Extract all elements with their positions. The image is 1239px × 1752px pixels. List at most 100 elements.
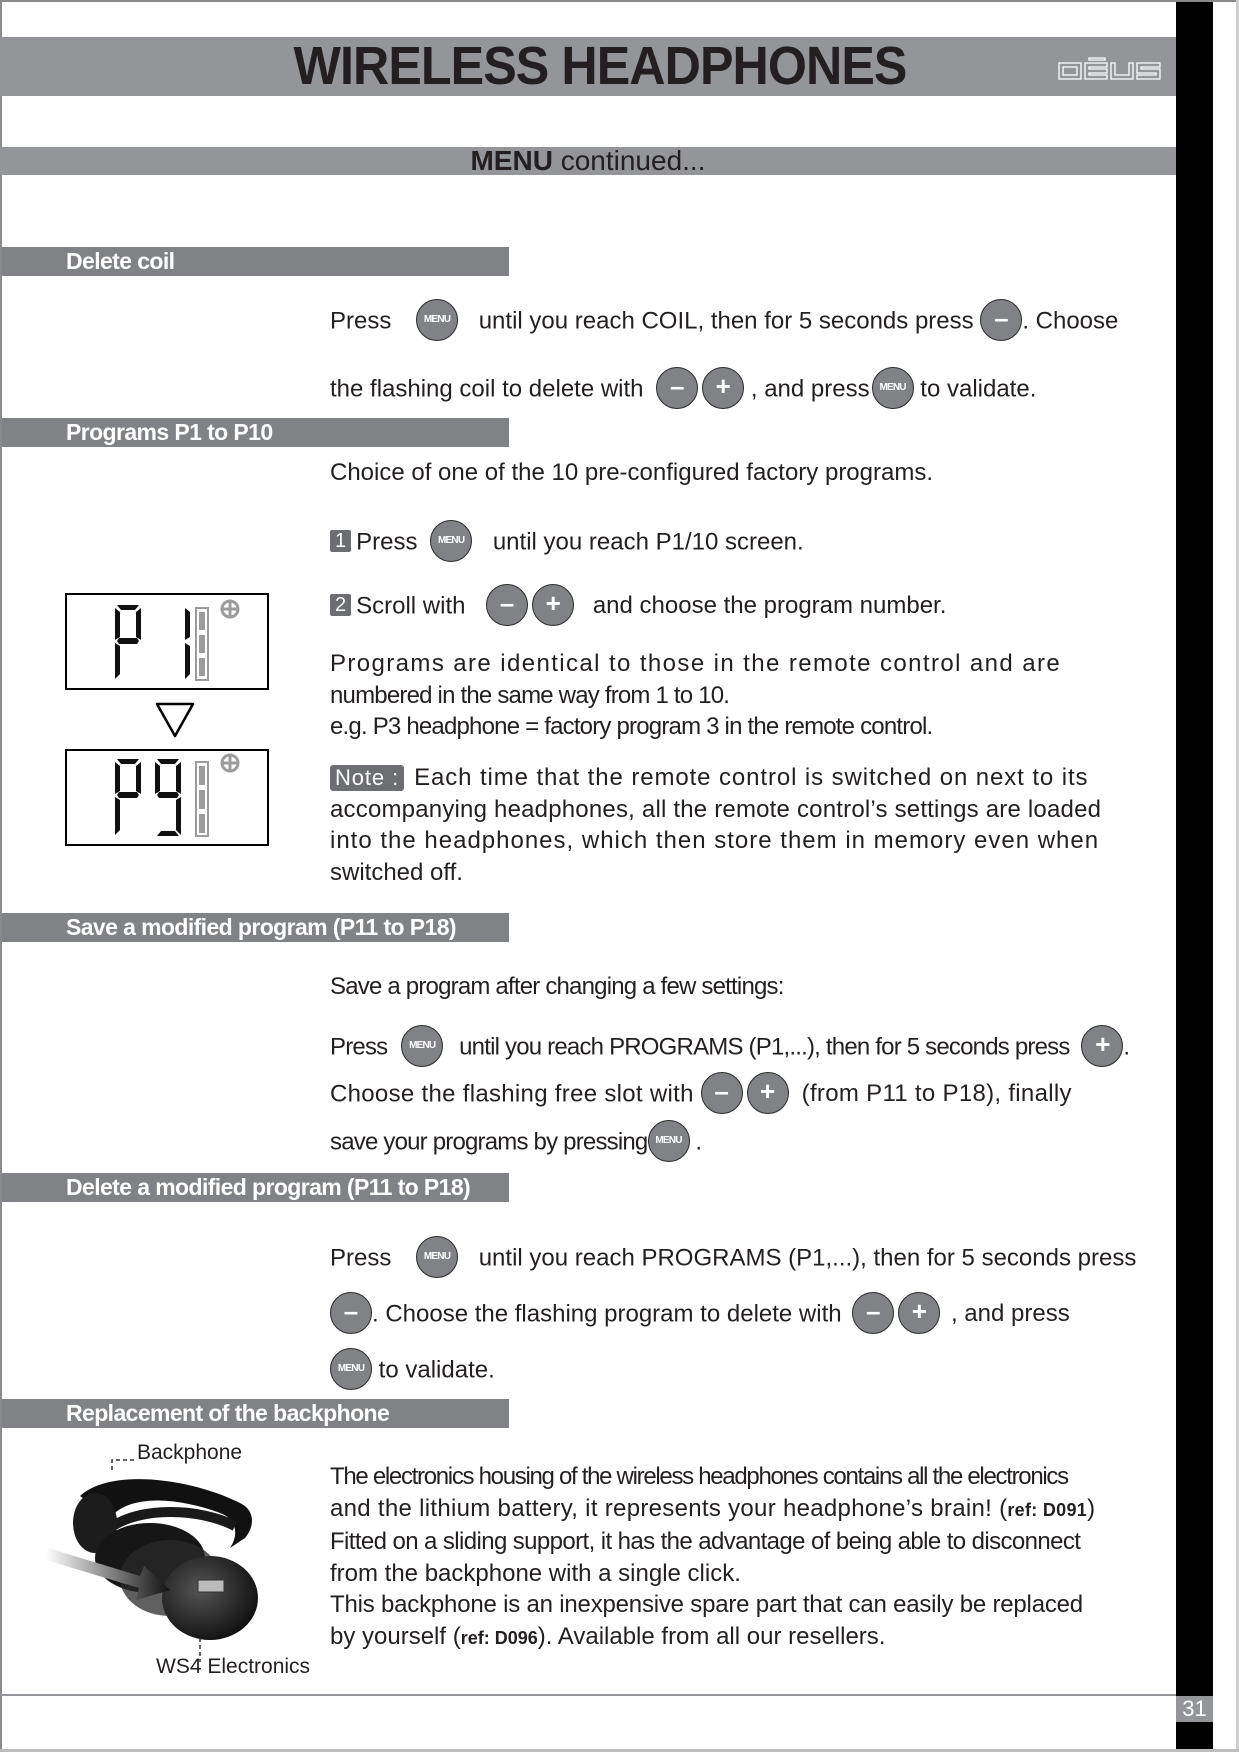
plus-button-icon: + xyxy=(702,367,745,409)
text: accompanying headphones, all the remote … xyxy=(330,795,1102,823)
page-number: 31 xyxy=(1176,1696,1213,1722)
programs-intro: Choice of one of the 10 pre-configured f… xyxy=(330,459,933,486)
text: switched off. xyxy=(330,858,463,886)
text: Press xyxy=(330,307,392,335)
programs-step-1: 1 Press MENU until you reach P1/10 screen… xyxy=(330,520,804,564)
delete-program-line-2: –. Choose the flashing program to delete… xyxy=(330,1292,1070,1336)
section-header-save-program: Save a modified program (P11 to P18) xyxy=(2,913,509,942)
text: This backphone is an inexpensive spare p… xyxy=(330,1591,1083,1618)
section-title: Delete a modified program (P11 to P18) xyxy=(66,1174,471,1200)
section-header-programs: Programs P1 to P10 xyxy=(2,418,509,447)
text: e.g. P3 headphone = factory program 3 in… xyxy=(330,713,933,740)
minus-button-icon: – xyxy=(852,1292,895,1334)
save-program-intro: Save a program after changing a few sett… xyxy=(330,973,784,1000)
section-title: Replacement of the backphone xyxy=(66,1400,390,1426)
lcd-p9-graphic xyxy=(115,753,240,837)
backphone-description: The electronics housing of the wireless … xyxy=(330,1461,1130,1654)
coil-icon xyxy=(220,599,240,619)
text: . xyxy=(1123,1033,1130,1061)
text: the flashing coil to delete with xyxy=(330,375,644,403)
plus-button-icon: + xyxy=(898,1292,941,1334)
text: until you reach COIL, then for 5 seconds… xyxy=(478,307,974,335)
text: until you reach PROGRAMS (P1,...), then … xyxy=(459,1033,1070,1061)
minus-button-icon: – xyxy=(656,367,699,409)
subtitle-rest: continued... xyxy=(552,145,706,176)
text: Each time that the remote control is swi… xyxy=(414,764,1089,791)
title-bar: WIRELESS HEADPHONES xyxy=(0,37,1176,96)
text: to validate. xyxy=(920,375,1037,403)
step-number-badge: 1 xyxy=(330,530,352,553)
subtitle-bar: MENU continued... xyxy=(0,147,1176,175)
text: ). Available from all our resellers. xyxy=(537,1622,886,1650)
page-border-top xyxy=(0,0,1239,2)
delete-program-line-1: Press MENU until you reach PROGRAMS (P1,… xyxy=(330,1236,1136,1280)
headphones-illustration xyxy=(46,1459,258,1662)
ref-d091: ref: D091 xyxy=(1007,1499,1088,1520)
note-badge: Note : xyxy=(330,765,405,791)
text: ) xyxy=(1087,1494,1096,1522)
coil-icon xyxy=(220,753,240,773)
text: numbered in the same way from 1 to 10. xyxy=(330,681,730,709)
text: Choose the flashing free slot with xyxy=(330,1080,694,1108)
footer-rule xyxy=(0,1694,1176,1696)
menu-button-icon: MENU xyxy=(401,1025,444,1067)
text: Fitted on a sliding support, it has the … xyxy=(330,1528,1081,1555)
programs-note: Note : Each time that the remote control … xyxy=(330,762,1130,888)
save-program-line-3: save your programs by pressing MENU . xyxy=(330,1120,702,1164)
text: by yourself ( xyxy=(330,1622,461,1650)
text: . xyxy=(695,1128,702,1156)
minus-button-icon: – xyxy=(486,584,529,626)
text: and the lithium battery, it represents y… xyxy=(330,1494,1008,1522)
section-title: Save a modified program (P11 to P18) xyxy=(66,914,457,940)
menu-button-icon: MENU xyxy=(430,520,473,562)
section-title: Programs P1 to P10 xyxy=(66,419,273,445)
deus-logo xyxy=(1058,57,1161,80)
leader-line-backphone xyxy=(111,1459,134,1470)
programs-step-2: 2 Scroll with – + and choose the program n… xyxy=(330,584,947,628)
section-title: Delete coil xyxy=(66,248,175,274)
delete-coil-line-2: the flashing coil to delete with – + , an… xyxy=(330,367,1037,411)
save-program-line-2: Choose the flashing free slot with – + (f… xyxy=(330,1072,1072,1116)
lcd-display-p1 xyxy=(65,593,269,690)
subtitle-bold: MENU xyxy=(470,145,553,176)
delete-coil-line-1: Press MENU until you reach COIL, then fo… xyxy=(330,299,1119,343)
subtitle: MENU continued... xyxy=(0,147,1176,175)
text: Press xyxy=(356,528,418,556)
text: . Choose xyxy=(1022,307,1119,335)
text: (from P11 to P18), finally xyxy=(801,1080,1072,1108)
down-arrow-icon xyxy=(155,702,195,738)
save-program-line-1: Press MENU until you reach PROGRAMS (P1,… xyxy=(330,1025,1130,1069)
plus-button-icon: + xyxy=(746,1072,789,1114)
side-tab-strip xyxy=(1176,2,1213,1749)
minus-button-icon: – xyxy=(980,299,1023,341)
section-header-backphone: Replacement of the backphone xyxy=(2,1399,509,1428)
text: Press xyxy=(330,1033,388,1061)
menu-button-icon: MENU xyxy=(647,1120,690,1162)
text: and choose the program number. xyxy=(592,592,947,620)
menu-button-icon: MENU xyxy=(416,1236,459,1278)
minus-button-icon: – xyxy=(700,1072,743,1114)
delete-program-line-3: MENU to validate. xyxy=(330,1348,495,1392)
page-title: WIRELESS HEADPHONES xyxy=(293,36,908,96)
text: save your programs by pressing xyxy=(330,1128,648,1156)
plus-button-icon: + xyxy=(532,584,575,626)
step-number-badge: 2 xyxy=(330,594,352,617)
minus-button-icon: – xyxy=(330,1292,372,1334)
text: , and press xyxy=(750,375,870,403)
menu-button-icon: MENU xyxy=(871,367,914,409)
programs-description: Programs are identical to those in the r… xyxy=(330,648,1130,743)
section-header-delete-program: Delete a modified program (P11 to P18) xyxy=(2,1173,509,1202)
text: , and press xyxy=(950,1300,1070,1328)
text: until you reach P1/10 screen. xyxy=(492,528,804,556)
text: to validate. xyxy=(378,1356,495,1384)
menu-button-icon: MENU xyxy=(416,299,459,341)
text: into the headphones, which then store th… xyxy=(330,827,1100,854)
section-header-delete-coil: Delete coil xyxy=(2,247,509,276)
text: . Choose the flashing program to delete … xyxy=(372,1300,842,1328)
lcd-display-p9 xyxy=(65,749,269,846)
plus-button-icon: + xyxy=(1081,1025,1124,1067)
text: from the backphone with a single click. xyxy=(330,1559,741,1587)
caption-ws4-electronics: WS4 Electronics xyxy=(156,1655,311,1678)
text: Programs are identical to those in the r… xyxy=(330,650,1062,677)
text: Press xyxy=(330,1244,392,1272)
